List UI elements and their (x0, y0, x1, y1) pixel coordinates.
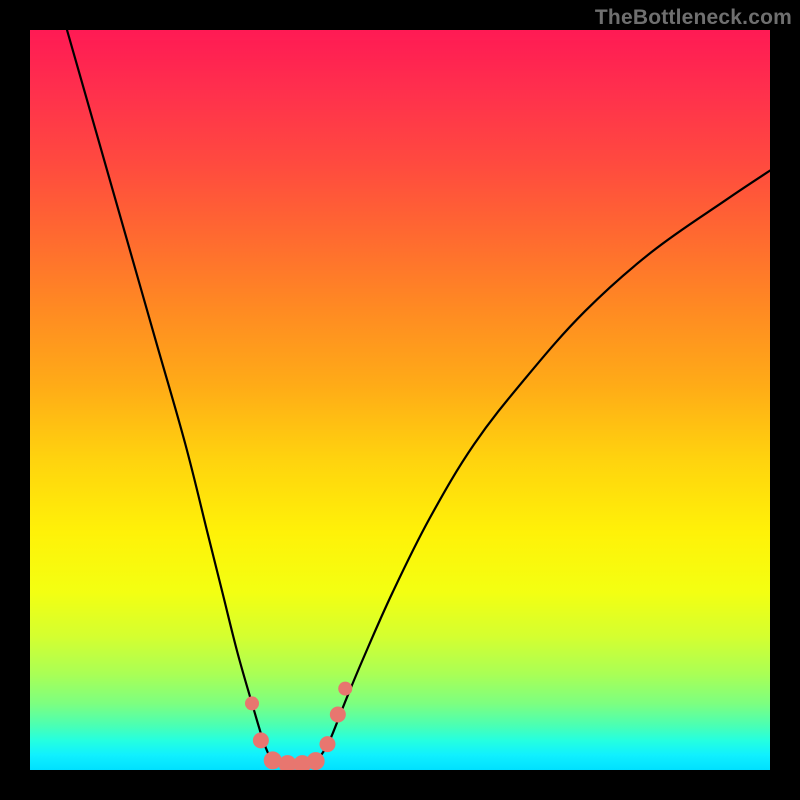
watermark-text: TheBottleneck.com (595, 6, 792, 30)
data-marker (319, 736, 335, 752)
chart-frame: TheBottleneck.com (0, 0, 800, 800)
data-marker (330, 707, 346, 723)
curve-group (67, 30, 770, 766)
data-marker (307, 752, 325, 770)
data-marker (338, 682, 352, 696)
curve-right-branch (319, 171, 770, 759)
curve-left-branch (67, 30, 271, 759)
chart-svg (30, 30, 770, 770)
plot-area (30, 30, 770, 770)
data-marker (253, 732, 269, 748)
data-marker (245, 696, 259, 710)
